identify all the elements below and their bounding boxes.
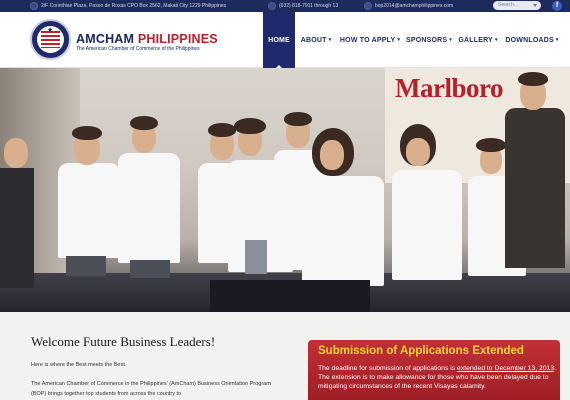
deadline-link[interactable]: extended to December 13, 2013: [457, 365, 554, 372]
brand-name[interactable]: AMCHAM PHILIPPINES: [76, 32, 218, 46]
nav-sponsors-label: SPONSORS: [406, 36, 448, 44]
email-icon: [364, 2, 372, 10]
announcement-title: Submission of Applications Extended: [318, 345, 524, 357]
nav-how-to-apply[interactable]: HOW TO APPLY ▾: [337, 12, 403, 68]
phone-icon: [268, 2, 276, 10]
chevron-down-icon: ▾: [494, 37, 498, 43]
brand-name-part1: AMCHAM: [76, 32, 135, 46]
nav-sponsors[interactable]: SPONSORS ▾: [403, 12, 455, 68]
address-info: 2/F Corinthian Plaza, Paseo de Roxas CPO…: [30, 1, 226, 11]
main-content: Welcome Future Business Leaders! Here is…: [0, 312, 570, 400]
facebook-icon[interactable]: f: [552, 1, 562, 11]
nav-about[interactable]: ABOUT ▾: [295, 12, 337, 68]
nav-gallery[interactable]: GALLERY ▾: [455, 12, 501, 68]
banner-text: Marlboro: [395, 73, 503, 103]
email-link[interactable]: bop2014@amchamphilippines.com: [375, 3, 453, 9]
phone-text: (632) 818-7911 through 13: [279, 3, 339, 9]
phone-info: (632) 818-7911 through 13: [268, 1, 338, 11]
body-text: The American Chamber of Commerce in the …: [31, 381, 271, 397]
address-text: 2/F Corinthian Plaza, Paseo de Roxas CPO…: [41, 3, 227, 9]
nav-downloads-label: DOWNLOADS: [505, 36, 554, 44]
site-header: ★ AMCHAM PHILIPPINES The American Chambe…: [0, 12, 570, 68]
nav-gallery-label: GALLERY: [458, 36, 493, 44]
nav-downloads[interactable]: DOWNLOADS ▾: [501, 12, 563, 68]
amcham-seal-logo[interactable]: ★: [30, 19, 71, 60]
nav-how-to-apply-label: HOW TO APPLY: [339, 36, 396, 44]
chevron-down-icon: ▾: [397, 37, 401, 43]
email-info[interactable]: bop2014@amchamphilippines.com: [364, 1, 453, 11]
announcement-body-pre: The deadline for submission of applicati…: [318, 365, 458, 372]
hero-photo: Marlboro: [0, 68, 570, 312]
chevron-down-icon: ▾: [449, 37, 452, 43]
intro-text: Here is where the Best meets the Best.: [31, 362, 127, 368]
chevron-down-icon: ▾: [555, 37, 559, 43]
main-nav: HOME ABOUT ▾ HOW TO APPLY ▾ SPONSORS ▾ G…: [263, 12, 563, 68]
announcement-body: The deadline for submission of applicati…: [318, 364, 558, 391]
top-bar: 2/F Corinthian Plaza, Paseo de Roxas CPO…: [0, 0, 570, 12]
chevron-down-icon: ▾: [328, 37, 332, 43]
search-input[interactable]: Search...: [493, 1, 541, 10]
welcome-heading: Welcome Future Business Leaders!: [31, 334, 216, 349]
announcement-box: Submission of Applications Extended The …: [308, 340, 560, 400]
location-icon: [30, 2, 38, 10]
brand-name-part2: PHILIPPINES: [137, 32, 218, 46]
brand-tagline: The American Chamber of Commerce of the …: [76, 46, 200, 52]
nav-about-label: ABOUT: [300, 36, 327, 44]
nav-home[interactable]: HOME: [263, 12, 295, 68]
nav-home-label: HOME: [268, 36, 290, 44]
